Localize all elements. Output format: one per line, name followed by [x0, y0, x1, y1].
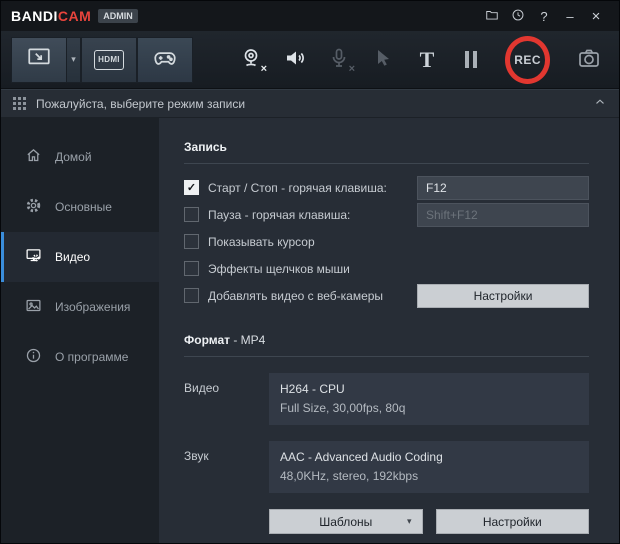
audio-format-row: Звук AAC - Advanced Audio Coding 48,0KHz… — [184, 441, 589, 493]
app-logo: BANDICAM — [11, 8, 92, 24]
webcam-settings-button[interactable]: Настройки — [417, 283, 589, 308]
templates-button[interactable]: Шаблоны ▾ — [269, 509, 423, 534]
disabled-x-icon: × — [348, 62, 355, 75]
check-icon: ✓ — [186, 182, 197, 194]
sidebar-item-about[interactable]: О программе — [1, 332, 159, 382]
screen-area-icon — [26, 45, 52, 74]
toolbar-icons: × × T — [229, 37, 493, 83]
show-cursor-checkbox[interactable] — [184, 234, 199, 249]
info-icon — [25, 347, 42, 367]
video-settings-panel: Запись ✓ Старт / Стоп - горячая клавиша:… — [159, 118, 619, 543]
banner-text: Пожалуйста, выберите режим записи — [36, 96, 246, 111]
gamepad-icon — [152, 45, 178, 74]
speaker-button[interactable] — [273, 37, 317, 83]
video-codec-box: H264 - CPU Full Size, 30,00fps, 80q — [269, 373, 589, 425]
microphone-icon — [327, 46, 351, 73]
sidebar-item-images[interactable]: Изображения — [1, 282, 159, 332]
home-icon — [25, 147, 42, 167]
image-icon — [25, 297, 42, 317]
screen-recording-mode-button[interactable] — [11, 36, 67, 83]
help-button[interactable]: ? — [531, 5, 557, 27]
camera-icon — [577, 46, 601, 73]
collapse-banner-button[interactable] — [593, 95, 607, 112]
mouse-effects-button[interactable] — [361, 37, 405, 83]
pause-hotkey-input[interactable]: Shift+F12 — [417, 202, 589, 227]
pause-button[interactable] — [449, 37, 493, 83]
start-stop-checkbox[interactable]: ✓ — [184, 180, 199, 195]
webcam-icon — [239, 46, 263, 73]
folder-icon — [485, 8, 499, 25]
sidebar: Домой Основные Видео Изображения О прогр… — [1, 118, 159, 543]
grid-icon — [13, 97, 26, 110]
pause-icon — [465, 51, 477, 68]
disabled-x-icon: × — [260, 62, 267, 75]
minimize-button[interactable]: – — [557, 5, 583, 27]
click-effects-checkbox[interactable] — [184, 261, 199, 276]
main-toolbar: ▾ HDMI × × T REC — [1, 31, 619, 89]
text-overlay-button[interactable]: T — [405, 37, 449, 83]
dropdown-arrow-icon: ▾ — [406, 516, 412, 526]
gear-icon — [25, 197, 42, 217]
chevron-up-icon — [593, 98, 607, 112]
video-settings-icon — [25, 247, 42, 267]
sidebar-item-video[interactable]: Видео — [1, 232, 159, 282]
screen-mode-dropdown[interactable]: ▾ — [67, 36, 81, 83]
screenshot-button[interactable] — [568, 37, 609, 83]
mouse-cursor-icon — [371, 46, 395, 73]
record-button[interactable]: REC — [505, 35, 551, 84]
hotkey-pause-row: Пауза - горячая клавиша: Shift+F12 — [184, 201, 589, 228]
admin-badge: ADMIN — [98, 9, 138, 23]
title-bar: BANDICAM ADMIN ? – × — [1, 1, 619, 31]
webcam-overlay-row: Добавлять видео с веб-камеры Настройки — [184, 282, 589, 309]
format-section-title: Формат - MP4 — [184, 333, 589, 357]
hdmi-device-icon: HDMI — [94, 49, 124, 70]
mode-hint-banner: Пожалуйста, выберите режим записи — [1, 89, 619, 118]
show-cursor-row: Показывать курсор — [184, 228, 589, 255]
close-button[interactable]: × — [583, 5, 609, 27]
sidebar-item-home[interactable]: Домой — [1, 132, 159, 182]
audio-codec-box: AAC - Advanced Audio Coding 48,0KHz, ste… — [269, 441, 589, 493]
clock-icon — [511, 8, 525, 25]
open-folder-button[interactable] — [479, 5, 505, 27]
click-effects-row: Эффекты щелчков мыши — [184, 255, 589, 282]
speaker-icon — [283, 46, 307, 73]
video-format-row: Видео H264 - CPU Full Size, 30,00fps, 80… — [184, 373, 589, 425]
bandicam-window: BANDICAM ADMIN ? – × ▾ HDMI × × T REC По… — [0, 0, 620, 544]
format-settings-button[interactable]: Настройки — [435, 509, 589, 534]
text-tool-icon: T — [419, 46, 435, 72]
device-recording-mode-button[interactable]: HDMI — [81, 36, 137, 83]
webcam-toggle-button[interactable]: × — [229, 37, 273, 83]
timer-button[interactable] — [505, 5, 531, 27]
dropdown-arrow-icon: ▾ — [71, 54, 76, 64]
webcam-overlay-checkbox[interactable] — [184, 288, 199, 303]
sidebar-item-general[interactable]: Основные — [1, 182, 159, 232]
microphone-toggle-button[interactable]: × — [317, 37, 361, 83]
game-recording-mode-button[interactable] — [137, 36, 193, 83]
recording-mode-group: ▾ HDMI — [11, 36, 193, 83]
pause-checkbox[interactable] — [184, 207, 199, 222]
hotkey-start-stop-row: ✓ Старт / Стоп - горячая клавиша: F12 — [184, 174, 589, 201]
record-section-title: Запись — [184, 140, 589, 164]
start-stop-hotkey-input[interactable]: F12 — [417, 175, 589, 200]
